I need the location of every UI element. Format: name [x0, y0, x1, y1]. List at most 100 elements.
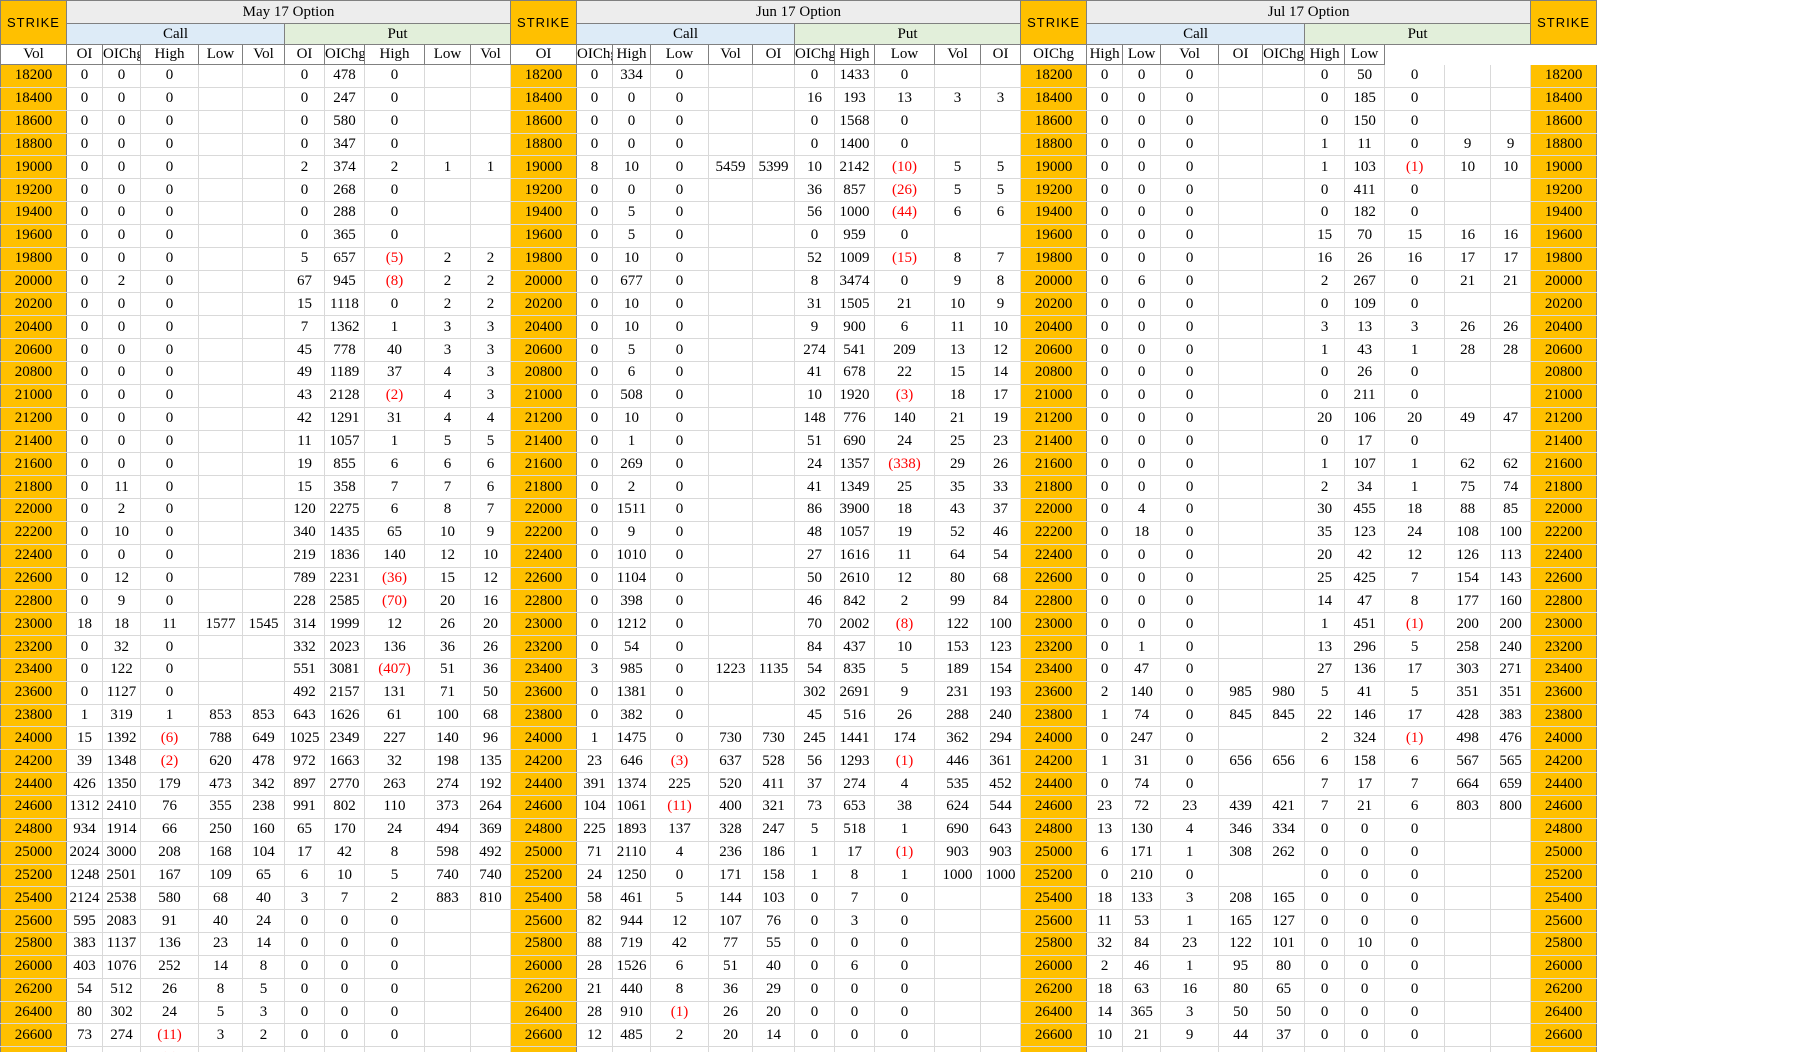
data-cell	[708, 635, 754, 659]
data-cell	[980, 224, 1022, 248]
strike-cell: 25000	[0, 841, 67, 865]
strike-cell: 24600	[510, 795, 578, 819]
data-cell: 109	[198, 864, 243, 888]
month-header-jul: Jul 17 Option	[1086, 0, 1532, 24]
data-cell: 425	[1344, 567, 1386, 591]
data-cell: 1626	[324, 704, 365, 728]
data-cell: 5	[980, 155, 1022, 180]
data-cell: 934	[66, 818, 103, 842]
strike-cell: 21400	[0, 430, 67, 454]
strike-cell: 20400	[1530, 315, 1598, 340]
data-cell: 2	[102, 498, 141, 522]
data-cell	[752, 1046, 796, 1052]
strike-header: STRIKE	[0, 0, 67, 45]
data-cell: 400	[708, 795, 754, 819]
data-cell: 240	[980, 704, 1022, 728]
data-cell: 47	[1122, 658, 1162, 682]
data-cell: 3000	[102, 841, 141, 865]
data-cell: 0	[1086, 384, 1124, 408]
data-cell	[1262, 292, 1306, 317]
data-cell: 17	[1344, 430, 1386, 454]
data-cell: 0	[576, 544, 614, 568]
data-cell: 198	[424, 749, 471, 774]
data-cell: 0	[576, 498, 614, 522]
data-cell: 37	[980, 498, 1022, 522]
data-cell: 0	[834, 978, 876, 1002]
data-cell: 0	[1160, 155, 1220, 180]
data-cell: 25	[934, 430, 982, 454]
data-cell: 31	[794, 292, 836, 317]
data-cell: (2)	[140, 749, 199, 774]
data-cell: 4	[1122, 498, 1162, 522]
data-cell: 0	[576, 1046, 614, 1052]
data-cell	[242, 338, 285, 362]
data-cell: 437	[834, 635, 876, 659]
data-cell: 0	[794, 1046, 836, 1052]
col-header-low: Low	[1122, 44, 1162, 65]
data-cell: 494	[424, 818, 471, 842]
data-cell: 10	[1490, 155, 1532, 180]
data-cell: 2024	[66, 841, 103, 865]
strike-cell: 26800	[1530, 1046, 1598, 1052]
data-cell: 50	[1262, 1001, 1306, 1025]
data-cell: 0	[1160, 384, 1220, 408]
col-header-oichg: OIChg	[102, 44, 141, 65]
data-cell: 3	[424, 315, 471, 340]
data-cell: 274	[102, 1023, 141, 1048]
data-cell: (5)	[364, 247, 425, 271]
strike-cell: 24200	[1530, 749, 1598, 774]
data-cell: (11)	[140, 1023, 199, 1048]
data-cell	[1218, 384, 1264, 408]
data-cell: 51	[794, 430, 836, 454]
data-cell: 0	[140, 475, 199, 500]
data-cell: 0	[1160, 749, 1220, 774]
strike-cell: 26200	[1530, 978, 1598, 1002]
data-cell: 0	[1160, 544, 1220, 568]
data-cell: 110	[364, 795, 425, 819]
strike-cell: 24600	[1530, 795, 1598, 819]
data-cell: 45	[794, 704, 836, 728]
data-cell: 24	[576, 864, 614, 888]
data-cell: 7	[470, 498, 512, 522]
data-cell: 86	[794, 498, 836, 522]
data-cell: 24	[140, 1001, 199, 1025]
data-cell: 5	[1384, 635, 1446, 659]
data-cell: 0	[364, 292, 425, 317]
table-row: 25600 595 2083 91 40 24 0 0 0 25600 82 944 12 107 76 0 3…	[0, 909, 1598, 934]
data-cell: 5	[612, 338, 652, 362]
data-cell: 4	[424, 407, 471, 431]
strike-cell: 18600	[510, 110, 578, 134]
data-cell: 0	[1086, 224, 1124, 248]
data-cell	[934, 1001, 982, 1025]
data-cell: 518	[834, 818, 876, 842]
data-cell: 2275	[324, 498, 365, 522]
table-row: 24600 1312 2410 76 355 238 991 802 110 373 264 2460…	[0, 795, 1598, 819]
data-cell: 73	[66, 1023, 103, 1048]
data-cell: 383	[1490, 704, 1532, 728]
data-cell	[424, 64, 471, 88]
data-cell	[1262, 864, 1306, 888]
data-cell: 8	[650, 978, 710, 1002]
data-cell: 0	[284, 133, 325, 157]
strike-cell: 20200	[0, 292, 67, 317]
data-cell: 1475	[612, 726, 652, 751]
data-cell: 1	[66, 704, 103, 728]
data-cell: 5	[284, 247, 325, 271]
data-cell: 18	[1086, 886, 1124, 911]
col-header-low: Low	[424, 44, 471, 65]
data-cell: 103	[1344, 155, 1386, 180]
data-cell: 0	[1304, 384, 1346, 408]
data-cell: 740	[424, 864, 471, 888]
data-cell: 0	[1160, 567, 1220, 591]
data-cell: 7	[424, 475, 471, 500]
data-cell: 8	[242, 955, 285, 979]
data-cell	[752, 201, 796, 225]
data-cell: 421	[1262, 795, 1306, 819]
strike-cell: 26800	[1020, 1046, 1088, 1052]
data-cell: 1	[1122, 635, 1162, 659]
strike-cell: 18200	[0, 64, 67, 88]
data-cell: 1	[1160, 909, 1220, 934]
strike-cell: 18800	[1020, 133, 1088, 157]
strike-cell: 25000	[1020, 841, 1088, 865]
data-cell: 247	[752, 818, 796, 842]
